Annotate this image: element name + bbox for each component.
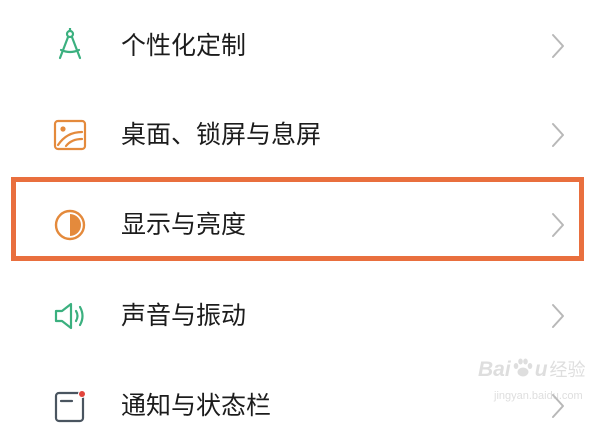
wallpaper-icon bbox=[52, 117, 88, 153]
settings-item-personalization[interactable]: 个性化定制 bbox=[0, 16, 609, 76]
notification-badge-icon bbox=[52, 388, 88, 424]
settings-item-desktop-lockscreen[interactable]: 桌面、锁屏与息屏 bbox=[0, 105, 609, 165]
chevron-right-icon bbox=[548, 302, 568, 330]
watermark-url: jingyan.baidu.com bbox=[494, 390, 583, 402]
speaker-icon bbox=[52, 298, 88, 334]
watermark-brand: Bai bbox=[478, 358, 511, 381]
settings-item-sound-vibration[interactable]: 声音与振动 bbox=[0, 286, 609, 346]
settings-item-label: 声音与振动 bbox=[121, 301, 247, 330]
settings-item-label: 桌面、锁屏与息屏 bbox=[121, 120, 322, 149]
settings-item-label: 个性化定制 bbox=[121, 31, 247, 60]
chevron-right-icon bbox=[548, 32, 568, 60]
highlight-box bbox=[11, 177, 584, 261]
drafting-compass-icon bbox=[52, 28, 88, 64]
settings-item-label: 通知与状态栏 bbox=[121, 391, 272, 420]
chevron-right-icon bbox=[548, 121, 568, 149]
watermark-logo: Bai u 经验 bbox=[478, 352, 586, 388]
baidu-jingyan-watermark: Bai u 经验 jingyan.baidu.com bbox=[478, 352, 602, 412]
watermark-jingyan: 经验 bbox=[549, 360, 586, 381]
paw-icon bbox=[512, 356, 534, 378]
watermark-brand-suffix: u bbox=[534, 358, 548, 381]
